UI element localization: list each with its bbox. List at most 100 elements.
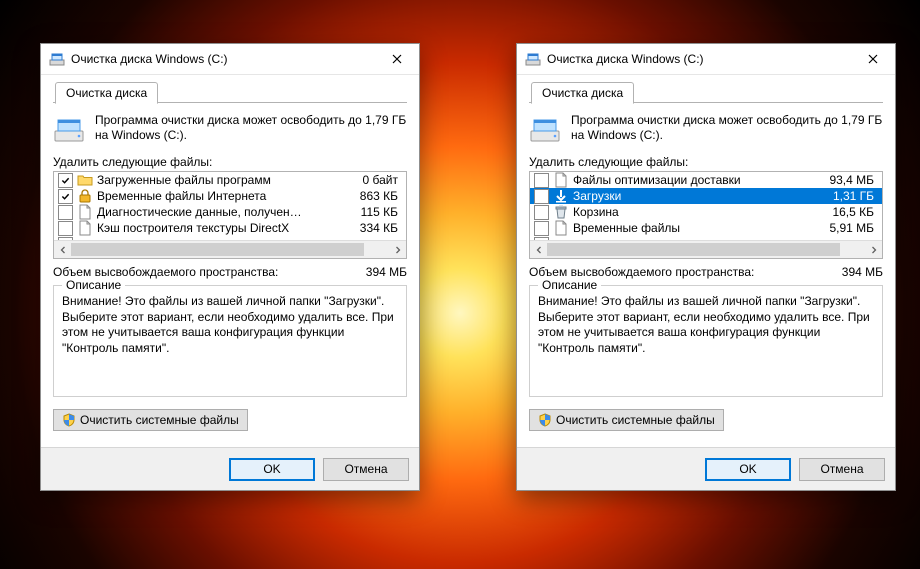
intro-text: Программа очистки диска может освободить… bbox=[95, 113, 407, 145]
cleanup-system-files-button[interactable]: Очистить системные файлы bbox=[529, 409, 724, 431]
file-item-size: 16,5 КБ bbox=[810, 205, 878, 219]
file-icon bbox=[553, 172, 569, 188]
disk-cleanup-app-icon bbox=[525, 51, 541, 67]
download-icon bbox=[553, 188, 569, 204]
file-list-item[interactable]: Кэш построителя текстуры DirectX334 КБ bbox=[54, 220, 406, 236]
disk-cleanup-dialog: Очистка диска Windows (C:) Очистка диска… bbox=[516, 43, 896, 491]
file-list-item[interactable]: Диагностические данные, получен…115 КБ bbox=[54, 204, 406, 220]
cancel-button[interactable]: Отмена bbox=[799, 458, 885, 481]
file-item-checkbox[interactable] bbox=[534, 205, 549, 220]
ok-button[interactable]: OK bbox=[229, 458, 315, 481]
file-item-name: Временные файлы bbox=[573, 221, 810, 235]
close-icon bbox=[868, 54, 878, 64]
total-space-line: Объем высвобождаемого пространства: 394 … bbox=[53, 265, 407, 279]
scroll-thumb[interactable] bbox=[71, 243, 364, 256]
total-space-value: 394 МБ bbox=[366, 265, 407, 279]
files-listbox[interactable]: Загруженные файлы программ0 байтВременны… bbox=[53, 171, 407, 259]
file-item-name: Загрузки bbox=[573, 189, 810, 203]
chevron-right-icon bbox=[870, 246, 878, 254]
tab-strip: Очистка диска bbox=[529, 81, 883, 103]
disk-cleanup-app-icon bbox=[49, 51, 65, 67]
drive-icon bbox=[529, 113, 561, 145]
scroll-right-button[interactable] bbox=[865, 241, 882, 258]
file-item-size: 334 КБ bbox=[334, 221, 402, 235]
window-title: Очистка диска Windows (C:) bbox=[547, 52, 850, 66]
description-text: Внимание! Это файлы из вашей личной папк… bbox=[538, 294, 874, 386]
horizontal-scrollbar[interactable] bbox=[54, 240, 406, 258]
titlebar[interactable]: Очистка диска Windows (C:) bbox=[41, 44, 419, 75]
intro-row: Программа очистки диска может освободить… bbox=[53, 113, 407, 145]
file-item-size: 1,31 ГБ bbox=[810, 189, 878, 203]
file-item-checkbox[interactable] bbox=[58, 205, 73, 220]
intro-row: Программа очистки диска может освободить… bbox=[529, 113, 883, 145]
cleanup-system-files-button[interactable]: Очистить системные файлы bbox=[53, 409, 248, 431]
file-item-checkbox[interactable] bbox=[534, 221, 549, 236]
description-legend: Описание bbox=[538, 278, 601, 292]
horizontal-scrollbar[interactable] bbox=[530, 240, 882, 258]
file-list-item[interactable]: Загруженные файлы программ0 байт bbox=[54, 172, 406, 188]
file-item-name: Загруженные файлы программ bbox=[97, 173, 334, 187]
scroll-left-button[interactable] bbox=[530, 241, 547, 258]
tab-disk-cleanup[interactable]: Очистка диска bbox=[531, 82, 634, 104]
titlebar[interactable]: Очистка диска Windows (C:) bbox=[517, 44, 895, 75]
close-button[interactable] bbox=[374, 44, 419, 74]
file-list-item[interactable]: Временные файлы Интернета863 КБ bbox=[54, 188, 406, 204]
scroll-track[interactable] bbox=[71, 241, 389, 258]
chevron-right-icon bbox=[394, 246, 402, 254]
files-list-rows: Файлы оптимизации доставки93,4 МБЗагрузк… bbox=[530, 172, 882, 240]
check-icon bbox=[61, 192, 70, 201]
drive-icon bbox=[53, 113, 85, 145]
file-item-size: 115 КБ bbox=[334, 205, 402, 219]
disk-cleanup-dialog: Очистка диска Windows (C:) Очистка диска… bbox=[40, 43, 420, 491]
desktop: Очистка диска Windows (C:) Очистка диска… bbox=[0, 0, 920, 569]
file-icon bbox=[553, 220, 569, 236]
scroll-track[interactable] bbox=[547, 241, 865, 258]
scroll-thumb[interactable] bbox=[547, 243, 840, 256]
file-item-name: Файлы оптимизации доставки bbox=[573, 173, 810, 187]
close-icon bbox=[392, 54, 402, 64]
files-list-rows: Загруженные файлы программ0 байтВременны… bbox=[54, 172, 406, 240]
file-list-item[interactable]: Корзина16,5 КБ bbox=[530, 204, 882, 220]
files-listbox[interactable]: Файлы оптимизации доставки93,4 МБЗагрузк… bbox=[529, 171, 883, 259]
shield-icon bbox=[62, 413, 76, 427]
file-item-checkbox[interactable] bbox=[534, 189, 549, 204]
file-item-size: 93,4 МБ bbox=[810, 173, 878, 187]
chevron-left-icon bbox=[535, 246, 543, 254]
file-item-name: Диагностические данные, получен… bbox=[97, 205, 334, 219]
files-to-delete-label: Удалить следующие файлы: bbox=[53, 155, 407, 169]
file-item-size: 5,91 МБ bbox=[810, 221, 878, 235]
tab-strip: Очистка диска bbox=[53, 81, 407, 103]
total-space-line: Объем высвобождаемого пространства: 394 … bbox=[529, 265, 883, 279]
file-list-item[interactable]: Файлы оптимизации доставки93,4 МБ bbox=[530, 172, 882, 188]
file-icon bbox=[77, 204, 93, 220]
cancel-button[interactable]: Отмена bbox=[323, 458, 409, 481]
total-space-label: Объем высвобождаемого пространства: bbox=[529, 265, 754, 279]
file-item-name: Временные файлы Интернета bbox=[97, 189, 334, 203]
check-icon bbox=[61, 176, 70, 185]
file-list-item[interactable]: Загрузки1,31 ГБ bbox=[530, 188, 882, 204]
file-item-size: 0 байт bbox=[334, 173, 402, 187]
file-item-name: Кэш построителя текстуры DirectX bbox=[97, 221, 334, 235]
cleanup-system-files-label: Очистить системные файлы bbox=[556, 413, 715, 427]
file-item-checkbox[interactable] bbox=[534, 173, 549, 188]
file-item-checkbox[interactable] bbox=[58, 221, 73, 236]
scroll-left-button[interactable] bbox=[54, 241, 71, 258]
file-item-checkbox[interactable] bbox=[58, 173, 73, 188]
tab-disk-cleanup[interactable]: Очистка диска bbox=[55, 82, 158, 104]
files-to-delete-label: Удалить следующие файлы: bbox=[529, 155, 883, 169]
description-text: Внимание! Это файлы из вашей личной папк… bbox=[62, 294, 398, 386]
lock-icon bbox=[77, 188, 93, 204]
total-space-value: 394 МБ bbox=[842, 265, 883, 279]
ok-button[interactable]: OK bbox=[705, 458, 791, 481]
chevron-left-icon bbox=[59, 246, 67, 254]
intro-text: Программа очистки диска может освободить… bbox=[571, 113, 883, 145]
trash-icon bbox=[553, 204, 569, 220]
file-item-size: 863 КБ bbox=[334, 189, 402, 203]
close-button[interactable] bbox=[850, 44, 895, 74]
file-list-item[interactable]: Временные файлы5,91 МБ bbox=[530, 220, 882, 236]
file-icon bbox=[77, 220, 93, 236]
file-item-checkbox[interactable] bbox=[58, 189, 73, 204]
scroll-right-button[interactable] bbox=[389, 241, 406, 258]
folder-icon bbox=[77, 172, 93, 188]
description-legend: Описание bbox=[62, 278, 125, 292]
